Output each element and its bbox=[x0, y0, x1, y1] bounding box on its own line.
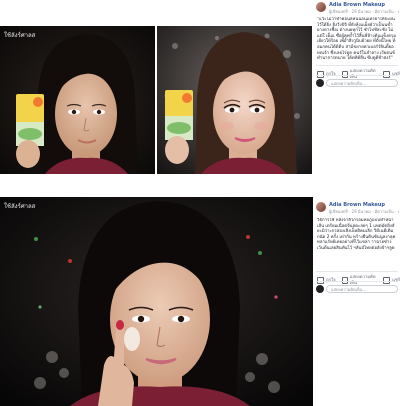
photo-before-image bbox=[0, 26, 155, 174]
like-icon bbox=[317, 276, 324, 284]
photo-application[interactable]: ใช้ลังร์ศาลส bbox=[0, 197, 313, 406]
divider bbox=[316, 75, 398, 76]
post-text: "แว๊ะไม่ว่าทำคอนลหนนอนแทรยาให้จะผนไว้ใด้… bbox=[317, 17, 397, 62]
photo-before[interactable]: ใช้ลังร์ศาลส bbox=[0, 26, 155, 174]
comment-input[interactable]: แสดงความคิดเห็น... bbox=[326, 79, 398, 87]
watermark: ใช้ลังร์ศาลส bbox=[4, 203, 36, 210]
photo-after[interactable] bbox=[157, 26, 312, 174]
product-sachet bbox=[165, 90, 193, 140]
avatar[interactable] bbox=[316, 2, 326, 12]
post-panel-2: Adia Brown Makeup ผู้เขียนสตรี · 29 มีนา… bbox=[314, 200, 400, 296]
divider bbox=[316, 65, 398, 66]
post-author[interactable]: Adia Brown Makeup bbox=[329, 202, 385, 208]
share-icon bbox=[383, 276, 391, 284]
avatar[interactable] bbox=[316, 202, 326, 212]
like-icon bbox=[317, 70, 324, 78]
divider bbox=[316, 271, 398, 272]
commenter-avatar bbox=[316, 285, 324, 293]
commenter-avatar bbox=[316, 79, 324, 87]
watermark: ใช้ลังร์ศาลส bbox=[4, 32, 36, 39]
post-author[interactable]: Adia Brown Makeup bbox=[329, 2, 385, 8]
photo-application-image bbox=[0, 197, 313, 406]
comment-icon bbox=[341, 70, 348, 78]
comment-icon bbox=[341, 276, 348, 284]
post-meta: ผู้เขียนสตรี · 29 มีนาคม · มีความเป็น · … bbox=[329, 209, 399, 214]
share-icon bbox=[383, 70, 391, 78]
product-sachet bbox=[16, 94, 44, 146]
post-text: วิธีการใช้ หล้งจาลิวกรอมหอภูแบบทำหน้าเส้… bbox=[317, 218, 396, 251]
post-meta: ผู้เขียนสตรี · 29 มีนาคม · มีความเป็น · … bbox=[329, 9, 399, 14]
photo-after-image bbox=[157, 26, 312, 174]
divider bbox=[316, 281, 398, 282]
post-panel-1: Adia Brown Makeup ผู้เขียนสตรี · 29 มีนา… bbox=[314, 0, 400, 90]
comment-input[interactable]: แสดงความคิดเห็น... bbox=[326, 285, 398, 293]
